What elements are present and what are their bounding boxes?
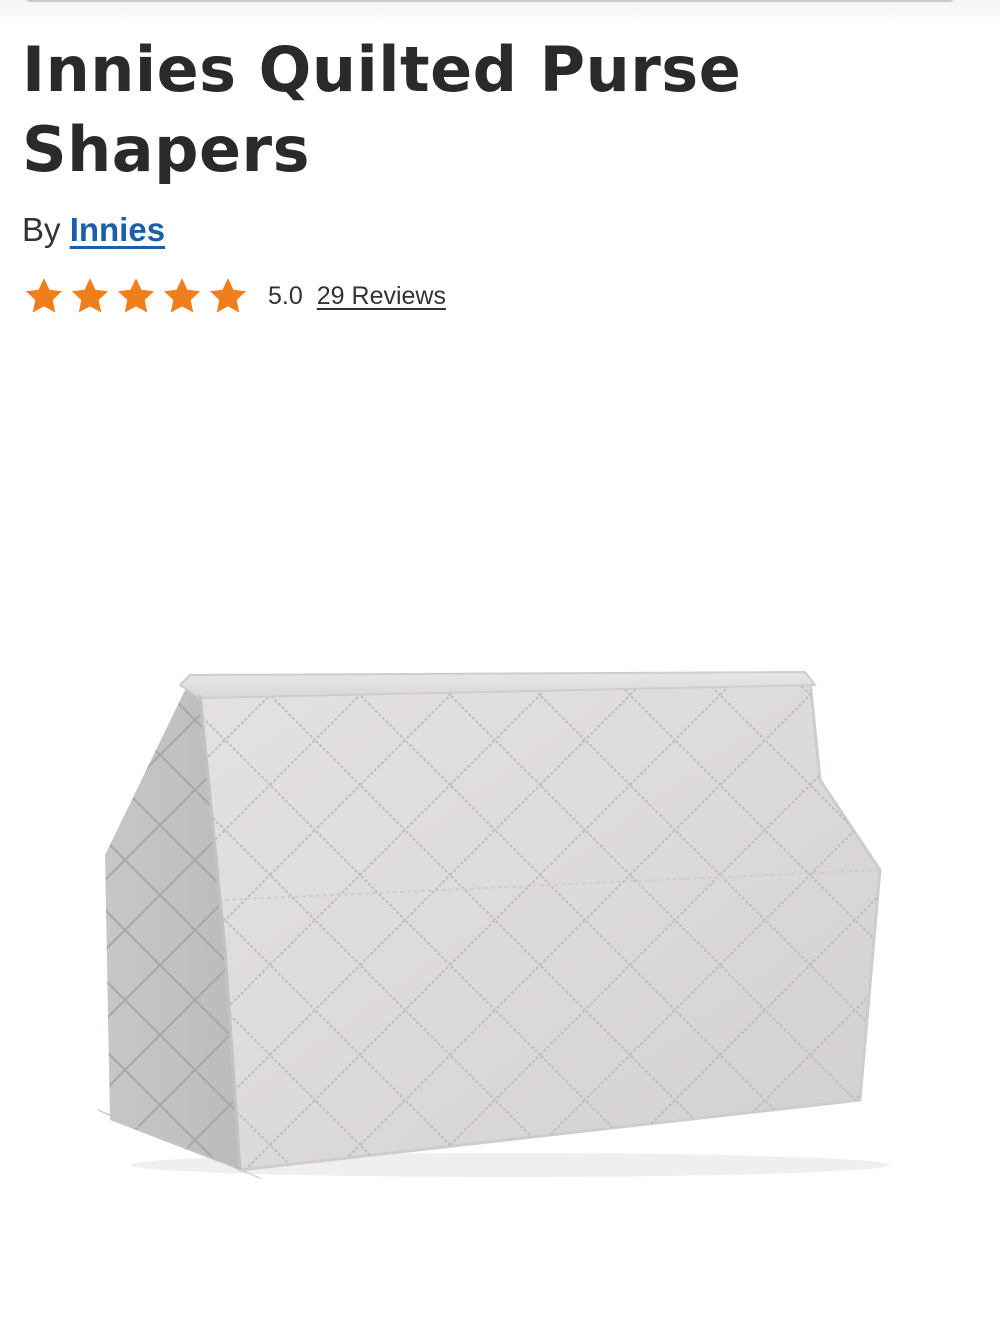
product-image[interactable] <box>90 650 890 1180</box>
product-title: Innies Quilted Purse Shapers <box>22 33 742 186</box>
star-icon <box>163 278 201 313</box>
product-page: Innies Quilted Purse Shapers By Innies 5… <box>0 0 1000 1333</box>
rating-row[interactable]: 5.0 29 Reviews <box>22 276 446 316</box>
rating-value: 5.0 <box>268 281 303 310</box>
star-icon <box>25 278 63 313</box>
header-shadow <box>0 0 1000 24</box>
search-bar-edge[interactable] <box>22 0 958 2</box>
brand-link[interactable]: Innies <box>70 211 165 248</box>
star-rating <box>22 275 250 317</box>
star-icon <box>117 278 155 313</box>
star-icon <box>209 278 247 313</box>
reviews-link[interactable]: 29 Reviews <box>317 282 446 311</box>
by-prefix: By <box>22 211 61 248</box>
star-icon <box>71 278 109 313</box>
brand-byline: By Innies <box>22 208 165 252</box>
